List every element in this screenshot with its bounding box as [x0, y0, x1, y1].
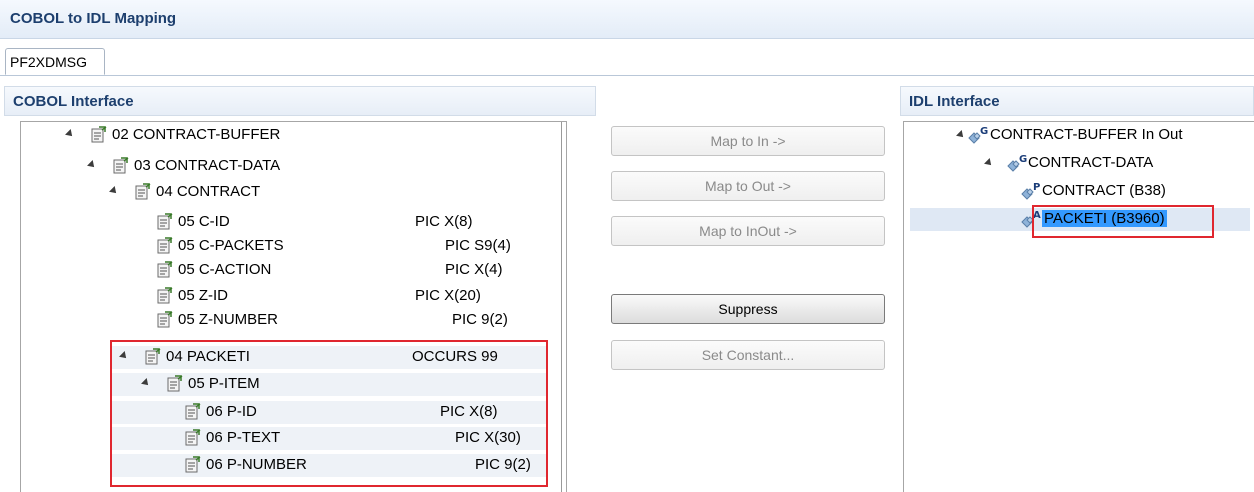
idl-node-label: CONTRACT (B38) [1042, 182, 1166, 199]
idl-parameter-icon: P [1021, 182, 1040, 200]
cobol-field-name: 03 CONTRACT-DATA [134, 157, 281, 174]
cobol-field-picture: PIC X(4) [445, 261, 503, 278]
idl-node-label: CONTRACT-DATA [1028, 154, 1154, 171]
svg-text:G: G [1019, 154, 1027, 165]
cobol-field-icon [135, 183, 151, 200]
cobol-tree-row[interactable]: 04 CONTRACT [22, 181, 540, 204]
svg-text:P: P [1033, 182, 1040, 193]
idl-tree-row[interactable]: G CONTRACT-DATA [910, 152, 1250, 175]
expand-triangle-icon[interactable] [109, 186, 119, 196]
idl-highlight-box [1032, 205, 1214, 238]
cobol-tree-scroll-edge [561, 122, 562, 492]
cobol-field-icon [157, 261, 173, 278]
cobol-field-name: 05 C-ACTION [178, 261, 272, 278]
set-constant-button[interactable]: Set Constant... [611, 340, 885, 370]
cobol-field-icon [157, 311, 173, 328]
map-to-in-button[interactable]: Map to In -> [611, 126, 885, 156]
cobol-field-name: 04 CONTRACT [156, 183, 261, 200]
idl-group-icon: G [1007, 154, 1027, 172]
cobol-field-name: 05 Z-NUMBER [178, 311, 279, 328]
expand-triangle-icon[interactable] [956, 130, 966, 140]
tab-row: PF2XDMSG [0, 44, 1254, 76]
cobol-field-name: 05 C-PACKETS [178, 237, 284, 254]
idl-node-label: CONTRACT-BUFFER In Out [990, 126, 1183, 143]
idl-interface-header: IDL Interface [900, 86, 1254, 116]
cobol-tree-row[interactable]: 02 CONTRACT-BUFFER [22, 124, 540, 147]
cobol-field-icon [113, 157, 129, 174]
cobol-tree-row[interactable]: 03 CONTRACT-DATA [22, 155, 540, 178]
cobol-interface-header: COBOL Interface [4, 86, 596, 116]
editor-title-bar: COBOL to IDL Mapping [0, 0, 1254, 39]
cobol-field-picture: PIC 9(2) [452, 311, 508, 328]
cobol-field-name: 02 CONTRACT-BUFFER [112, 126, 281, 143]
cobol-highlight-box [110, 340, 548, 487]
cobol-tree-scrollbar[interactable] [566, 121, 589, 492]
expand-triangle-icon[interactable] [87, 160, 97, 170]
idl-interface-title: IDL Interface [909, 93, 1000, 110]
expand-triangle-icon[interactable] [984, 158, 994, 168]
cobol-field-icon [157, 237, 173, 254]
idl-group-icon: G [968, 126, 988, 144]
cobol-tree-row[interactable]: 05 Z-NUMBER PIC 9(2) [22, 309, 540, 332]
map-to-out-button[interactable]: Map to Out -> [611, 171, 885, 201]
svg-text:G: G [980, 126, 988, 137]
suppress-button[interactable]: Suppress [611, 294, 885, 324]
cobol-tree-row[interactable]: 05 Z-ID PIC X(20) [22, 285, 540, 308]
idl-tree-row[interactable]: G CONTRACT-BUFFER In Out [910, 124, 1250, 147]
cobol-field-icon [91, 126, 107, 143]
cobol-tree-row[interactable]: 05 C-ACTION PIC X(4) [22, 259, 540, 282]
cobol-field-icon [157, 287, 173, 304]
idl-tree-row[interactable]: P CONTRACT (B38) [910, 180, 1250, 203]
cobol-field-picture: PIC S9(4) [445, 237, 511, 254]
expand-triangle-icon[interactable] [65, 129, 75, 139]
cobol-field-picture: PIC X(20) [415, 287, 481, 304]
cobol-field-name: 05 Z-ID [178, 287, 229, 304]
tab-pf2xdmsg[interactable]: PF2XDMSG [5, 48, 105, 75]
editor-title: COBOL to IDL Mapping [10, 10, 177, 27]
idl-tree[interactable] [903, 121, 1254, 492]
map-to-inout-button[interactable]: Map to InOut -> [611, 216, 885, 246]
cobol-tree-row[interactable]: 05 C-ID PIC X(8) [22, 211, 540, 234]
cobol-field-name: 05 C-ID [178, 213, 230, 230]
cobol-field-picture: PIC X(8) [415, 213, 473, 230]
cobol-interface-title: COBOL Interface [13, 93, 134, 110]
cobol-field-icon [157, 213, 173, 230]
cobol-tree-row[interactable]: 05 C-PACKETS PIC S9(4) [22, 235, 540, 258]
